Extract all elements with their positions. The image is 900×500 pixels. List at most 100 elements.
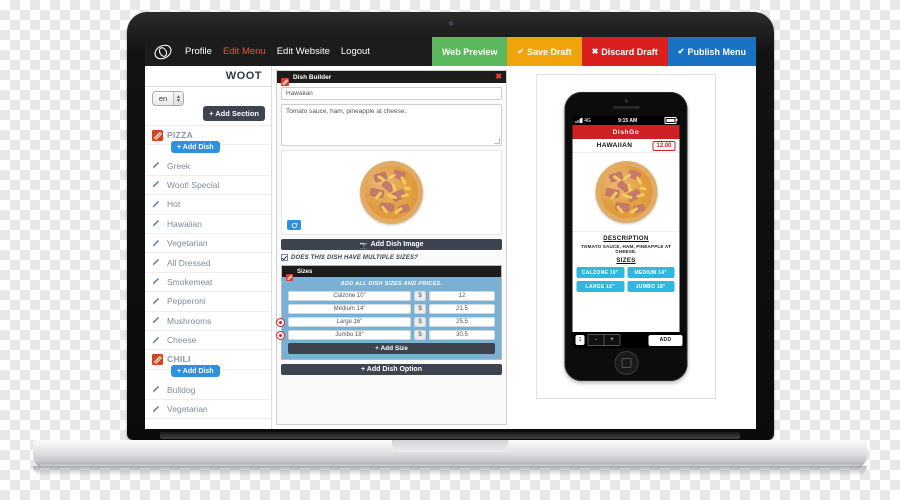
resize-grip-icon[interactable] bbox=[494, 138, 500, 144]
delete-size-icon[interactable] bbox=[276, 330, 285, 340]
dish-icon bbox=[286, 268, 293, 281]
sidebar-item-label: Vegetarian bbox=[167, 238, 208, 249]
dish-description-textarea[interactable]: Tomato sauce, ham, pineapple at cheese. bbox=[281, 104, 502, 146]
sidebar-item-label: Pepperoni bbox=[167, 296, 206, 307]
dish-image-preview bbox=[281, 150, 502, 235]
nav-edit-menu[interactable]: Edit Menu bbox=[223, 46, 266, 57]
nav-profile[interactable]: Profile bbox=[185, 46, 212, 57]
phone-preview-card: 4G 9:15 AM DishGo HAWAIIAN 12.00 DESCRIP… bbox=[536, 74, 716, 399]
sidebar-item-label: Mushrooms bbox=[167, 315, 212, 326]
network-label: 4G bbox=[584, 117, 591, 124]
add-to-order-button[interactable]: ADD bbox=[648, 334, 683, 346]
phone-size-option[interactable]: JUMBO 18" bbox=[627, 281, 675, 292]
add-dish-image-label: Add Dish Image bbox=[370, 241, 424, 248]
pencil-icon bbox=[152, 405, 167, 414]
sizes-caption: ADD ALL DISH SIZES AND PRICES. bbox=[340, 281, 443, 287]
add-dish-image-button[interactable]: 📷 Add Dish Image bbox=[281, 239, 502, 250]
phone-dish-header: HAWAIIAN 12.00 bbox=[572, 139, 680, 152]
pencil-icon bbox=[152, 277, 167, 286]
increment-button[interactable]: + bbox=[604, 335, 620, 345]
nav-edit-website[interactable]: Edit Website bbox=[277, 46, 330, 57]
sidebar-item-label: Greek bbox=[167, 160, 191, 171]
chevron-updown-icon: ▲ ▼ bbox=[173, 92, 183, 105]
app-body: WOOT en ▲ ▼ + Add Section PIZZA + Add Di… bbox=[145, 66, 756, 429]
sidebar-item-label: All Dressed bbox=[167, 257, 211, 268]
sidebar-item-hot[interactable]: Hot bbox=[145, 195, 271, 215]
dish-builder-panel: Dish Builder ✖ Hawaiian Tomato sauce, ha… bbox=[276, 70, 507, 425]
delete-size-icon[interactable] bbox=[276, 317, 285, 327]
sidebar-item-pepperoni[interactable]: Pepperoni bbox=[145, 292, 271, 312]
size-name-input[interactable]: Calzone 10" bbox=[288, 291, 411, 301]
sidebar-section-label: PIZZA bbox=[167, 130, 194, 141]
save-draft-button[interactable]: ✔ Save Draft bbox=[507, 37, 582, 66]
multiple-sizes-checkbox[interactable] bbox=[281, 254, 288, 261]
add-dish-button-pizza[interactable]: + Add Dish bbox=[171, 141, 220, 153]
main-content: Dish Builder ✖ Hawaiian Tomato sauce, ha… bbox=[272, 66, 756, 429]
decrement-button[interactable]: - bbox=[588, 335, 605, 345]
sidebar-item-smokemeat[interactable]: Smokemeat bbox=[145, 273, 271, 293]
sidebar-item-woot-special[interactable]: Woot! Special bbox=[145, 176, 271, 196]
publish-menu-button[interactable]: ✔ Publish Menu bbox=[667, 37, 756, 66]
add-size-button[interactable]: + Add Size bbox=[288, 343, 495, 354]
size-row: Medium 14" $ 21.5 bbox=[288, 304, 495, 314]
phone-device: 4G 9:15 AM DishGo HAWAIIAN 12.00 DESCRIP… bbox=[564, 92, 688, 381]
laptop-shadow bbox=[33, 466, 867, 476]
section-chili-wrapper: CHILI + Add Dish bbox=[145, 350, 271, 380]
size-name-input[interactable]: Jumbo 18" bbox=[288, 330, 411, 340]
sidebar-item-bulldog[interactable]: Bulldog bbox=[145, 381, 271, 401]
close-icon[interactable]: ✖ bbox=[495, 73, 502, 81]
laptop-hinge bbox=[160, 432, 740, 439]
sizes-panel-titlebar: Sizes bbox=[282, 266, 501, 281]
sidebar-item-cheese[interactable]: Cheese bbox=[145, 331, 271, 351]
sidebar-item-vegetarian-chili[interactable]: Vegetarian bbox=[145, 400, 271, 420]
add-dish-button-chili[interactable]: + Add Dish bbox=[171, 365, 220, 378]
dish-name-input[interactable]: Hawaiian bbox=[281, 87, 502, 100]
add-section-button[interactable]: + Add Section bbox=[203, 106, 265, 121]
sidebar-tools: en ▲ ▼ + Add Section bbox=[145, 87, 271, 126]
webcam-icon bbox=[448, 21, 453, 26]
add-dish-option-button[interactable]: + Add Dish Option bbox=[281, 364, 502, 375]
size-price-input[interactable]: 25.5 bbox=[429, 317, 495, 327]
size-price-input[interactable]: 30.5 bbox=[429, 330, 495, 340]
restaurant-title: WOOT bbox=[145, 66, 271, 87]
phone-dish-name: HAWAIIAN bbox=[596, 142, 633, 149]
phone-size-option[interactable]: LARGE 16" bbox=[576, 281, 624, 292]
web-preview-button[interactable]: Web Preview bbox=[431, 37, 508, 66]
sidebar-item-mushrooms[interactable]: Mushrooms bbox=[145, 312, 271, 331]
discard-draft-button[interactable]: ✖ Discard Draft bbox=[581, 37, 668, 66]
nav-logout[interactable]: Logout bbox=[341, 46, 370, 57]
save-draft-label: Save Draft bbox=[527, 46, 572, 57]
language-select[interactable]: en ▲ ▼ bbox=[152, 91, 184, 106]
phone-screen: 4G 9:15 AM DishGo HAWAIIAN 12.00 DESCRIP… bbox=[572, 116, 680, 332]
phone-size-option[interactable]: CALZONE 10" bbox=[576, 267, 624, 278]
sidebar-item-hawaiian[interactable]: Hawaiian bbox=[145, 215, 271, 234]
size-name-input[interactable]: Large 16" bbox=[288, 317, 411, 327]
size-name-input[interactable]: Medium 14" bbox=[288, 304, 411, 314]
screenshot-stage: Profile Edit Menu Edit Website Logout We… bbox=[0, 0, 900, 500]
refresh-image-icon[interactable] bbox=[287, 220, 301, 230]
phone-size-option[interactable]: MEDIUM 14" bbox=[627, 267, 675, 278]
pencil-icon bbox=[152, 336, 167, 345]
status-time: 9:15 AM bbox=[618, 117, 638, 124]
laptop-base-notch bbox=[392, 440, 508, 452]
multiple-sizes-question-row[interactable]: DOES THIS DISH HAVE MULTIPLE SIZES? bbox=[281, 254, 502, 261]
sidebar-item-label: Smokemeat bbox=[167, 276, 213, 287]
size-price-input[interactable]: 12 bbox=[429, 291, 495, 301]
home-button-icon[interactable] bbox=[615, 352, 637, 374]
quantity-value: 1 bbox=[575, 335, 585, 345]
swirl-logo-icon[interactable] bbox=[145, 43, 181, 61]
pencil-icon bbox=[152, 239, 167, 248]
main-nav: Profile Edit Menu Edit Website Logout bbox=[181, 46, 370, 57]
sidebar-item-all-dressed[interactable]: All Dressed bbox=[145, 253, 271, 273]
sidebar-section-label: CHILI bbox=[167, 354, 191, 365]
dish-description-value: Tomato sauce, ham, pineapple at cheese. bbox=[286, 108, 407, 115]
size-price-input[interactable]: 21.5 bbox=[429, 304, 495, 314]
phone-brand-bar: DishGo bbox=[572, 125, 680, 139]
sidebar-item-label: Cheese bbox=[167, 335, 197, 346]
sidebar-item-vegetarian[interactable]: Vegetarian bbox=[145, 234, 271, 254]
sidebar-item-greek[interactable]: Greek bbox=[145, 156, 271, 176]
sidebar-item-label: Vegetarian bbox=[167, 404, 208, 415]
pencil-icon bbox=[152, 161, 167, 170]
discard-draft-label: Discard Draft bbox=[601, 46, 658, 57]
topbar-actions: Web Preview ✔ Save Draft ✖ Discard Draft… bbox=[431, 37, 756, 66]
